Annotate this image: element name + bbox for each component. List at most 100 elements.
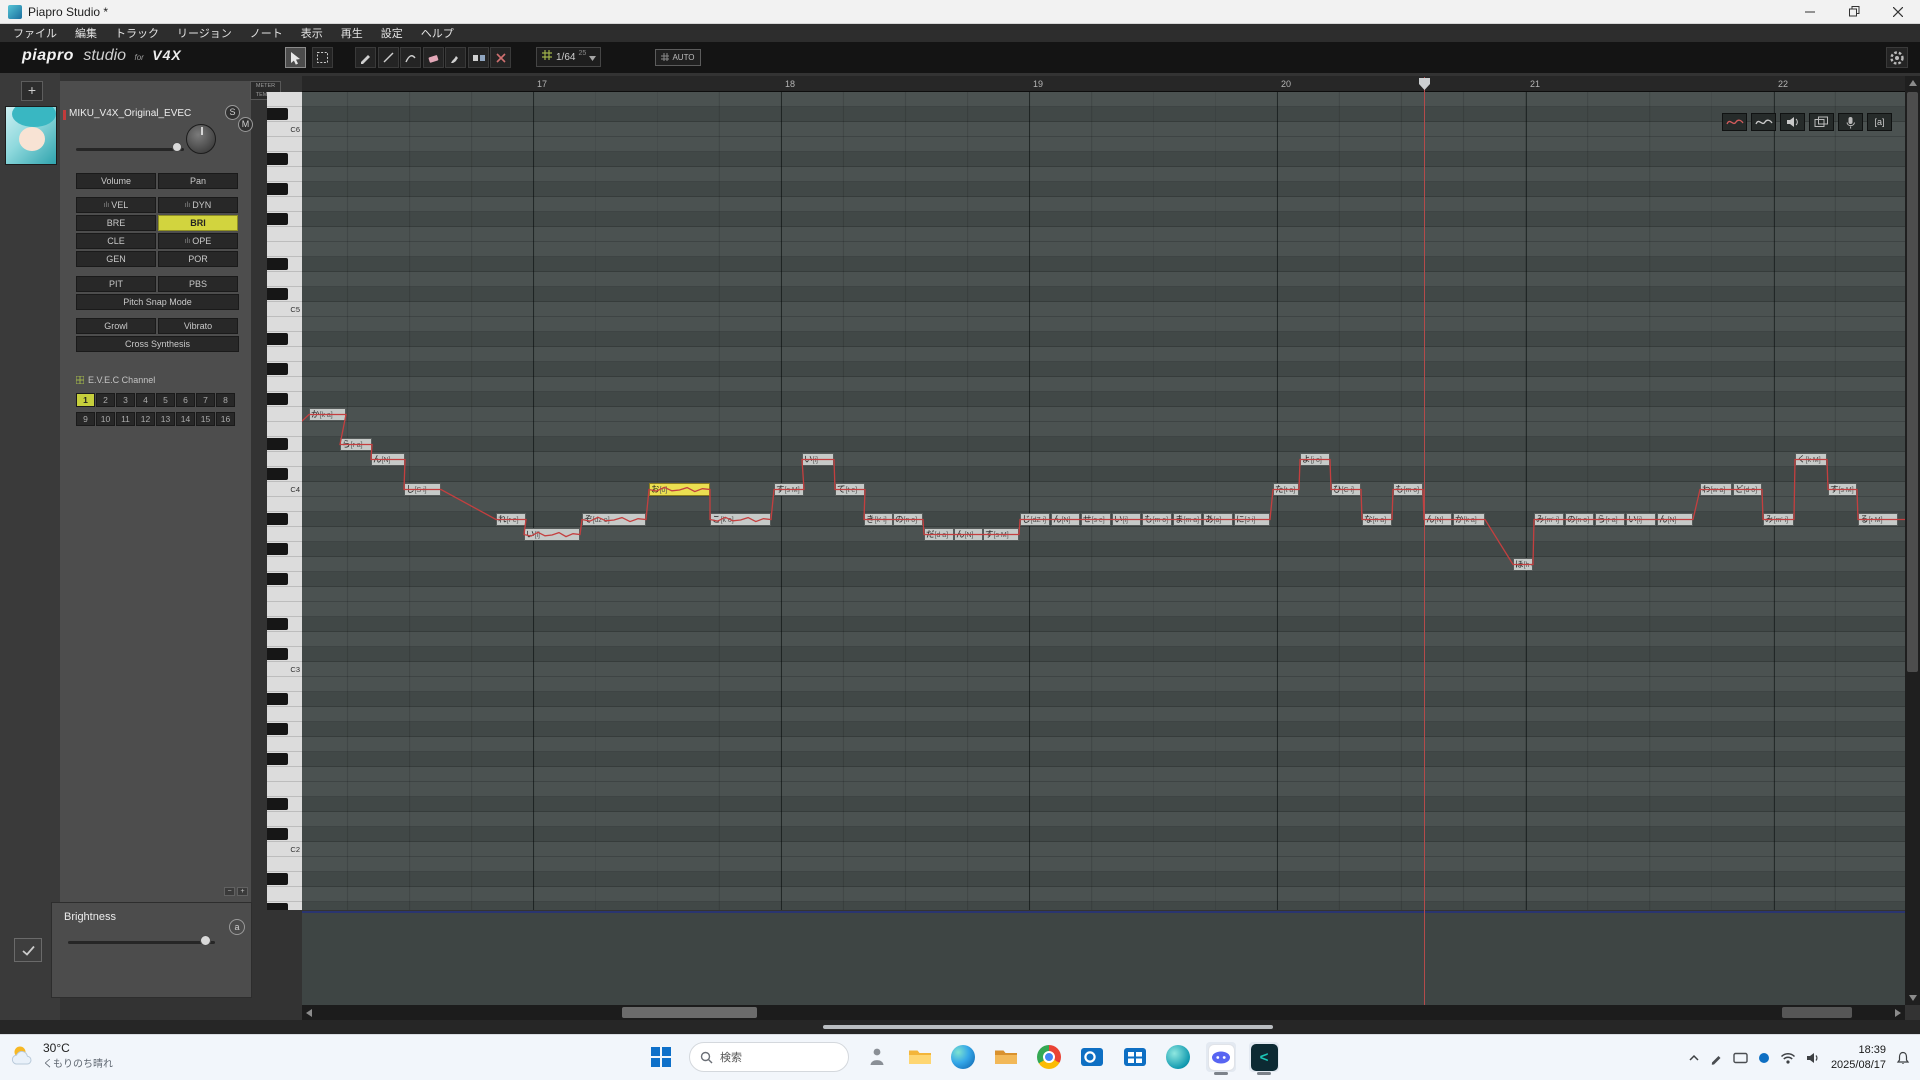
menu-item[interactable]: 設定 [372, 25, 412, 41]
param-button-cle[interactable]: CLE [76, 233, 156, 249]
evec-channel-button[interactable]: 14 [176, 412, 195, 426]
evec-channel-button[interactable]: 15 [196, 412, 215, 426]
scroll-up-button[interactable] [1905, 76, 1920, 90]
piano-key[interactable] [267, 197, 302, 212]
menu-item[interactable]: 表示 [292, 25, 332, 41]
pan-knob[interactable] [186, 124, 216, 154]
evec-channel-button[interactable]: 5 [156, 393, 175, 407]
piano-key[interactable]: C3 [267, 662, 302, 677]
taskbar-app-outlook[interactable] [1077, 1042, 1107, 1072]
piano-key[interactable] [267, 332, 302, 347]
piano-key[interactable] [267, 887, 302, 902]
piano-key[interactable] [267, 902, 302, 910]
evec-channel-button[interactable]: 10 [96, 412, 115, 426]
piano-key[interactable] [267, 452, 302, 467]
param-button-vibrato[interactable]: Vibrato [158, 318, 238, 334]
piano-key[interactable] [267, 467, 302, 482]
taskbar-app-explorer[interactable] [905, 1042, 935, 1072]
lane-zoom-out-button[interactable]: − [224, 887, 235, 896]
piano-key[interactable] [267, 317, 302, 332]
piano-key[interactable] [267, 347, 302, 362]
piano-key[interactable] [267, 272, 302, 287]
confirm-check-button[interactable] [14, 938, 42, 962]
close-button[interactable] [1876, 0, 1920, 23]
piano-key[interactable] [267, 107, 302, 122]
piano-key[interactable]: C5 [267, 302, 302, 317]
taskbar-app-gx[interactable]: < [1249, 1042, 1279, 1075]
piano-key[interactable] [267, 437, 302, 452]
piano-key[interactable] [267, 827, 302, 842]
param-button-pit[interactable]: PIT [76, 276, 156, 292]
tray-wifi-icon[interactable] [1780, 1052, 1796, 1064]
auto-button[interactable]: AUTO [655, 49, 701, 66]
piano-key[interactable] [267, 737, 302, 752]
weather-widget[interactable]: 30°C くもりのち晴れ [10, 1041, 113, 1070]
evec-channel-button[interactable]: 2 [96, 393, 115, 407]
taskbar-app-chrome[interactable] [1034, 1042, 1064, 1072]
param-button-pan[interactable]: Pan [158, 173, 238, 189]
horizontal-scrollbar[interactable] [302, 1005, 1905, 1020]
piano-key[interactable]: C2 [267, 842, 302, 857]
roll-button-param-a[interactable]: [a] [1867, 113, 1892, 131]
piano-key[interactable] [267, 857, 302, 872]
tool-delete-button[interactable] [490, 47, 511, 68]
piano-key[interactable] [267, 212, 302, 227]
tool-brush-button[interactable] [445, 47, 466, 68]
piano-key[interactable] [267, 587, 302, 602]
tray-pen-icon[interactable] [1710, 1052, 1723, 1065]
evec-channel-button[interactable]: 8 [216, 393, 235, 407]
param-button-growl[interactable]: Growl [76, 318, 156, 334]
param-auto-button[interactable]: a [229, 919, 245, 935]
minimize-button[interactable] [1788, 0, 1832, 23]
vertical-scroll-thumb[interactable] [1907, 92, 1918, 672]
param-button-volume[interactable]: Volume [76, 173, 156, 189]
mute-button[interactable]: M [238, 117, 253, 132]
piano-key[interactable] [267, 512, 302, 527]
piano-key[interactable] [267, 782, 302, 797]
tray-chevron-up-icon[interactable] [1688, 1054, 1700, 1062]
brightness-slider[interactable] [68, 941, 215, 944]
piano-key[interactable] [267, 872, 302, 887]
lane-zoom-in-button[interactable]: + [237, 887, 248, 896]
add-track-button[interactable]: + [21, 81, 43, 101]
piano-key[interactable] [267, 647, 302, 662]
taskbar-app-figure[interactable] [862, 1042, 892, 1072]
volume-slider[interactable] [76, 148, 184, 151]
brightness-slider-handle[interactable] [200, 935, 211, 946]
param-button-pbs[interactable]: PBS [158, 276, 238, 292]
piano-key[interactable] [267, 227, 302, 242]
piano-key[interactable] [267, 167, 302, 182]
menu-item[interactable]: 再生 [332, 25, 372, 41]
taskbar-app-edge[interactable] [948, 1042, 978, 1072]
tool-curve-button[interactable] [400, 47, 421, 68]
tool-join-button[interactable] [468, 47, 489, 68]
tool-select-button[interactable] [312, 47, 333, 68]
piano-key[interactable] [267, 182, 302, 197]
solo-button[interactable]: S [225, 105, 240, 120]
tray-onedrive-icon[interactable] [1758, 1052, 1770, 1064]
scroll-left-button[interactable] [302, 1005, 316, 1020]
piano-key[interactable] [267, 542, 302, 557]
taskbar-app-store[interactable] [1120, 1042, 1150, 1072]
roll-button-pitch-line[interactable] [1722, 113, 1747, 131]
piano-key[interactable] [267, 677, 302, 692]
secondary-scroll-thumb[interactable] [1782, 1007, 1852, 1018]
menu-item[interactable]: トラック [106, 25, 168, 41]
evec-channel-button[interactable]: 13 [156, 412, 175, 426]
piano-key[interactable] [267, 602, 302, 617]
param-button-dyn[interactable]: ılı DYN [158, 197, 238, 213]
restore-button[interactable] [1832, 0, 1876, 23]
piano-roll-canvas[interactable]: か[k a] ら[r a] ん[N] し[S i] れ[r e] い[i] ぞ[dz o] お… [302, 92, 1905, 910]
tool-pencil-button[interactable] [355, 47, 376, 68]
piano-key[interactable] [267, 722, 302, 737]
piano-key[interactable] [267, 92, 302, 107]
piano-key[interactable] [267, 152, 302, 167]
param-button-gen[interactable]: GEN [76, 251, 156, 267]
notification-bell-button[interactable] [1896, 1051, 1910, 1065]
evec-channel-button[interactable]: 4 [136, 393, 155, 407]
piano-key[interactable] [267, 812, 302, 827]
roll-button-mic[interactable] [1838, 113, 1863, 131]
taskbar-app-edge-beta[interactable] [1163, 1042, 1193, 1072]
piano-key[interactable] [267, 767, 302, 782]
param-button-ope[interactable]: ılı OPE [158, 233, 238, 249]
